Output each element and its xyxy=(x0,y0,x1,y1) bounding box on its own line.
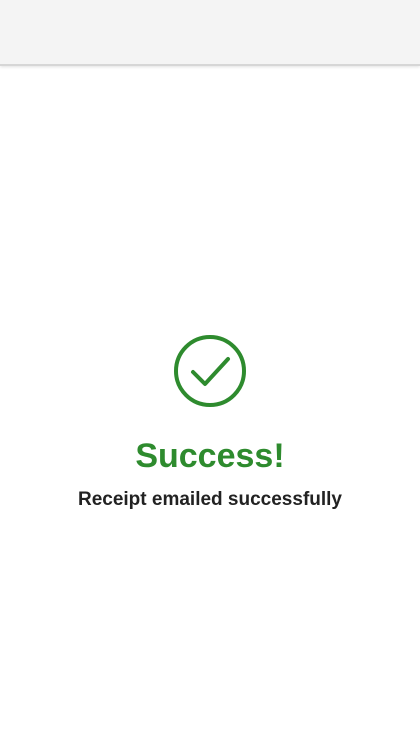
success-panel: Success! Receipt emailed successfully xyxy=(0,334,420,512)
success-message: Receipt emailed successfully xyxy=(77,489,342,510)
success-title: Success! xyxy=(135,437,285,475)
top-app-bar xyxy=(0,0,420,66)
check-circle-icon xyxy=(174,335,246,407)
